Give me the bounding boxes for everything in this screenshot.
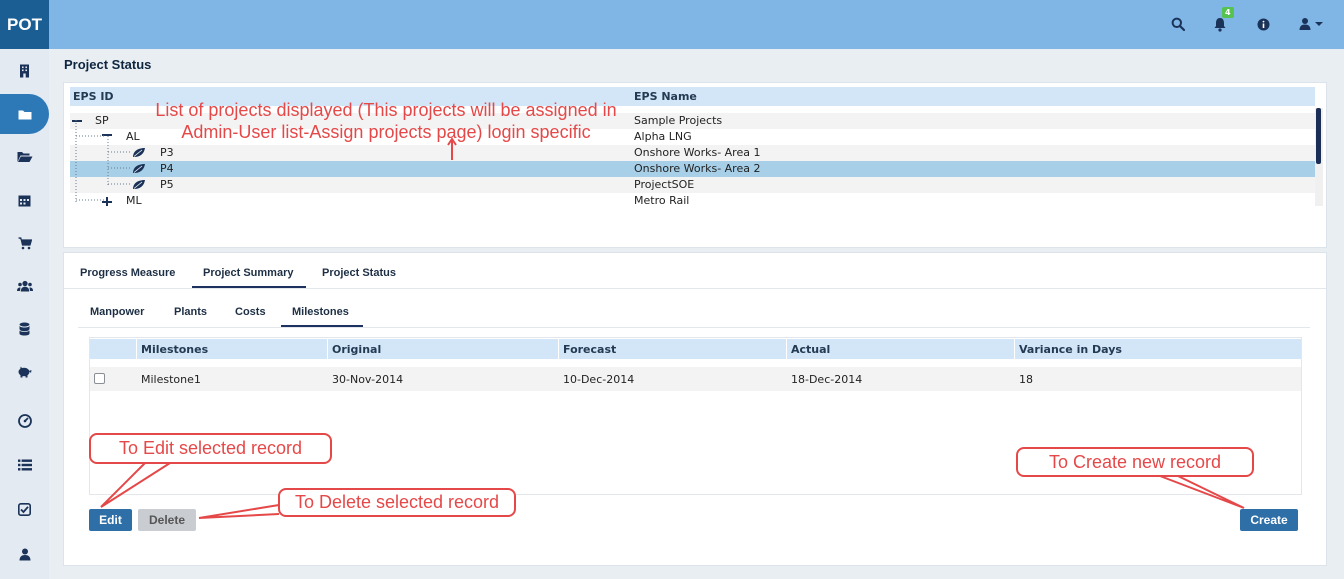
users-icon — [16, 280, 33, 292]
tab-progress-measure[interactable]: Progress Measure — [80, 267, 175, 279]
tab-project-summary[interactable]: Project Summary — [203, 267, 293, 279]
delete-callout: To Delete selected record — [278, 488, 516, 517]
subtab-plants[interactable]: Plants — [174, 306, 207, 318]
subtab-manpower[interactable]: Manpower — [90, 306, 144, 318]
sidebar-item-users[interactable] — [0, 266, 49, 306]
sidebar-item-folder[interactable] — [0, 94, 49, 134]
variance-column-header[interactable]: Variance in Days — [1019, 343, 1122, 356]
eps-name: Onshore Works- Area 2 — [634, 162, 761, 175]
header-col-divider — [327, 339, 328, 359]
variance-days: 18 — [1019, 373, 1033, 386]
cart-icon — [18, 236, 32, 249]
subtabs-divider — [78, 327, 1310, 328]
create-button[interactable]: Create — [1240, 509, 1298, 531]
row-checkbox[interactable] — [94, 373, 105, 384]
milestones-column-header[interactable]: Milestones — [141, 343, 208, 356]
eps-name: Onshore Works- Area 1 — [634, 146, 761, 159]
forecast-date: 10-Dec-2014 — [563, 373, 635, 386]
eps-name: Metro Rail — [634, 194, 690, 206]
folder-icon — [18, 110, 31, 119]
eps-name: Alpha LNG — [634, 130, 692, 143]
eps-name: ProjectSOE — [634, 178, 695, 191]
sidebar-item-checklist[interactable] — [0, 489, 49, 529]
projects-annotation-line2: Admin-User list-Assign projects page) lo… — [181, 122, 591, 142]
dashboard-icon — [17, 414, 32, 428]
eps-name: Sample Projects — [634, 114, 723, 127]
header-col-divider — [1014, 339, 1015, 359]
subtab-costs[interactable]: Costs — [235, 306, 266, 318]
sidebar-item-database[interactable] — [0, 309, 49, 349]
info-icon[interactable] — [1253, 14, 1273, 34]
user-menu-icon[interactable] — [1295, 14, 1315, 34]
projects-annotation-line1: List of projects displayed (This project… — [155, 100, 617, 120]
sidebar-item-building[interactable] — [0, 51, 49, 91]
sidebar — [0, 49, 49, 579]
sidebar-item-cart[interactable] — [0, 223, 49, 263]
actual-column-header[interactable]: Actual — [791, 343, 830, 356]
subtab-milestones[interactable]: Milestones — [292, 306, 349, 318]
table-row[interactable]: Milestone1 30-Nov-2014 10-Dec-2014 18-De… — [90, 367, 1301, 391]
original-date: 30-Nov-2014 — [332, 373, 404, 386]
sidebar-item-user[interactable] — [0, 534, 49, 574]
sidebar-item-folder-open[interactable] — [0, 137, 49, 177]
header-col-divider — [786, 339, 787, 359]
original-column-header[interactable]: Original — [332, 343, 381, 356]
edit-callout: To Edit selected record — [89, 433, 332, 464]
user-icon — [19, 548, 30, 560]
eps-scrollbar-thumb[interactable] — [1316, 108, 1321, 164]
header-col-divider — [558, 339, 559, 359]
forecast-column-header[interactable]: Forecast — [563, 343, 616, 356]
sidebar-item-list[interactable] — [0, 445, 49, 485]
delete-button[interactable]: Delete — [138, 509, 196, 531]
sidebar-item-piggy-bank[interactable] — [0, 352, 49, 392]
edit-button[interactable]: Edit — [89, 509, 132, 531]
sidebar-item-calendar[interactable] — [0, 180, 49, 220]
milestones-header: Milestones Original Forecast Actual Vari… — [90, 339, 1301, 359]
tab-project-status[interactable]: Project Status — [322, 267, 396, 279]
eps-id-header[interactable]: EPS ID — [73, 90, 114, 103]
list-icon — [17, 459, 32, 471]
eps-name-header[interactable]: EPS Name — [634, 90, 697, 103]
building-icon — [20, 64, 29, 78]
search-icon[interactable] — [1168, 14, 1188, 34]
eps-row-selected[interactable]: P4 Onshore Works- Area 2 — [70, 161, 1315, 177]
sidebar-item-dashboard[interactable] — [0, 401, 49, 441]
caret-down-icon[interactable] — [1313, 14, 1325, 34]
piggy-bank-icon — [18, 366, 32, 378]
notification-count-badge: 4 — [1222, 7, 1234, 18]
eps-row[interactable]: P5 ProjectSOE — [70, 177, 1315, 193]
eps-row[interactable]: ML Metro Rail — [70, 193, 1315, 206]
page-title: Project Status — [64, 57, 152, 72]
top-bar: POT 4 — [0, 0, 1344, 49]
actual-date: 18-Dec-2014 — [791, 373, 863, 386]
tabs-divider — [64, 288, 1326, 289]
eps-row[interactable]: P3 Onshore Works- Area 1 — [70, 145, 1315, 161]
checklist-icon — [18, 502, 31, 516]
header-col-divider — [136, 339, 137, 359]
folder-open-icon — [17, 152, 32, 162]
milestone-name: Milestone1 — [141, 373, 201, 386]
app-logo[interactable]: POT — [0, 0, 49, 49]
calendar-icon — [18, 195, 31, 206]
create-callout: To Create new record — [1016, 447, 1254, 477]
database-icon — [19, 322, 30, 336]
